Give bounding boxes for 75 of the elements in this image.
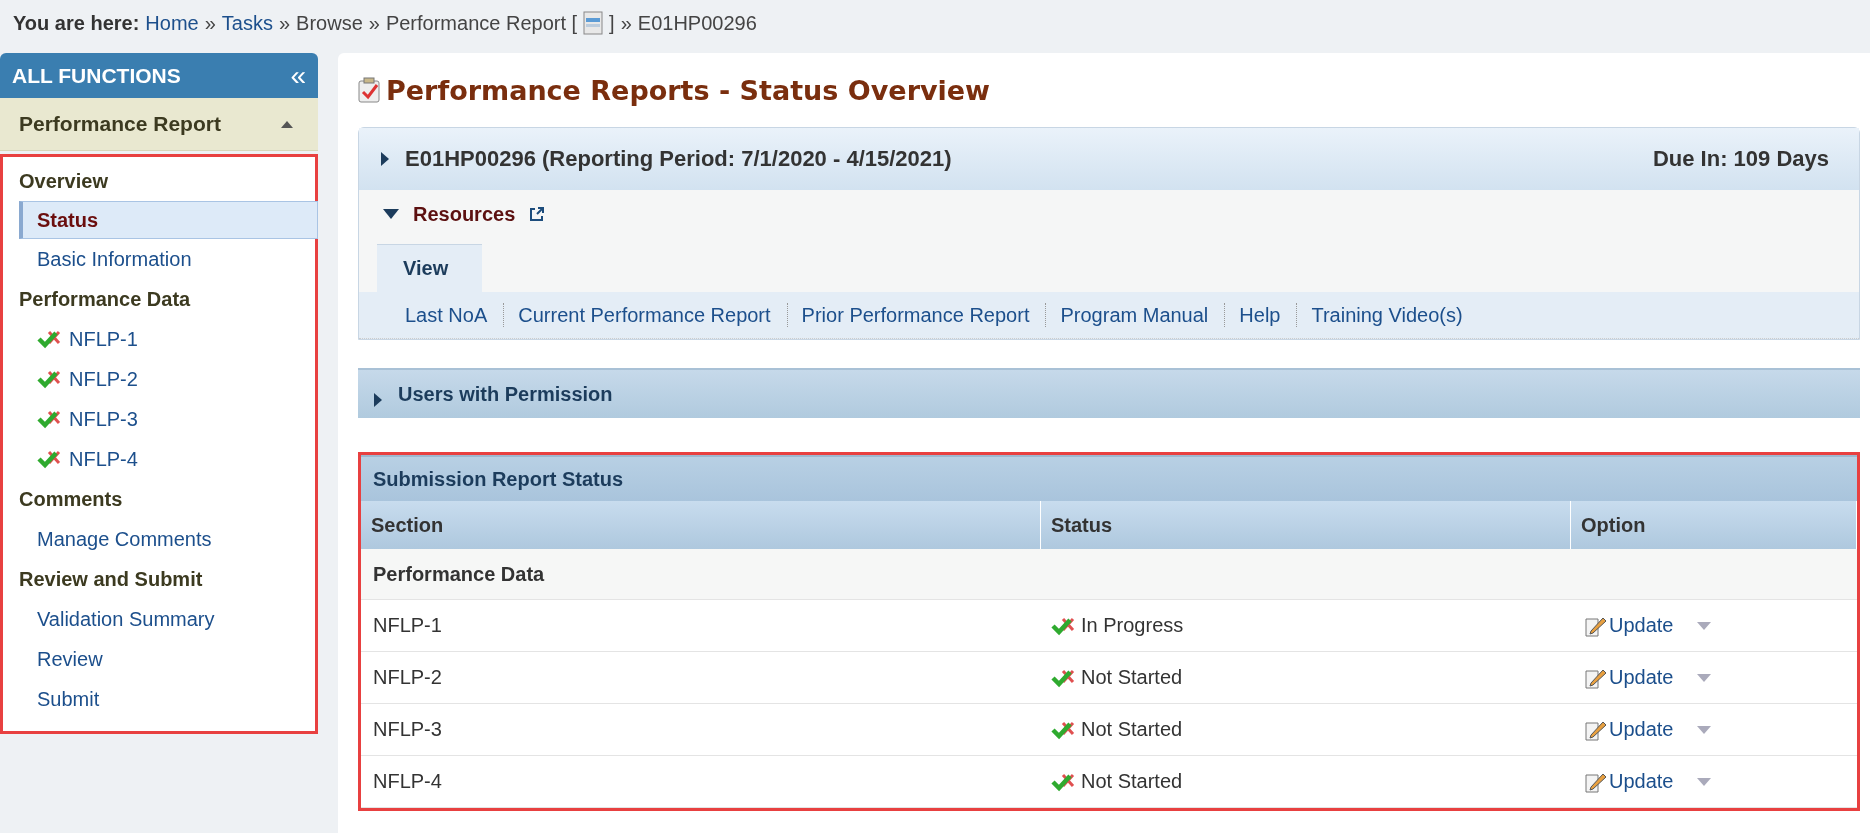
resource-link[interactable]: Prior Performance Report (801, 303, 1046, 327)
sidebar-title: ALL FUNCTIONS (12, 63, 181, 88)
nav-item[interactable]: Basic Information (19, 239, 318, 279)
update-link[interactable]: Update (1583, 769, 1674, 794)
nav-group-title: Comments (19, 486, 124, 512)
view-tab[interactable]: View (377, 244, 483, 292)
collapse-arrow-icon[interactable] (383, 208, 399, 220)
breadcrumb-link[interactable]: Home (145, 11, 199, 35)
nav-group-title: Review and Submit (19, 566, 204, 592)
collapse-button[interactable]: « (290, 61, 306, 90)
external-link-icon[interactable] (529, 206, 546, 222)
column-header: Status (1041, 501, 1571, 549)
group-row-label: Performance Data (361, 549, 1857, 600)
resource-link[interactable]: Training Video(s) (1311, 303, 1479, 327)
table-cell: NFLP-2 (361, 652, 1041, 704)
nav-item[interactable]: NFLP-2 (19, 359, 318, 399)
breadcrumb-label: You are here: (13, 11, 140, 35)
nav-item[interactable]: Manage Comments (19, 519, 318, 559)
status-cell: Not Started (1051, 770, 1183, 793)
resource-link[interactable]: Last NoA (405, 303, 504, 327)
breadcrumb-separator: » (368, 11, 380, 35)
nav-item[interactable]: NFLP-3 (19, 399, 318, 439)
update-link[interactable]: Update (1583, 717, 1674, 742)
table-title: Submission Report Status (361, 455, 1857, 501)
collapse-triangle-icon[interactable] (280, 120, 294, 128)
update-link[interactable]: Update (1583, 613, 1674, 638)
check-cross-icon (1051, 615, 1075, 636)
resource-link[interactable]: Help (1239, 303, 1297, 327)
table-cell: NFLP-3 (361, 704, 1041, 756)
resource-link[interactable]: Current Performance Report (518, 303, 787, 327)
breadcrumb-link[interactable]: Tasks (221, 11, 273, 35)
panel-title: E01HP00296 (Reporting Period: 7/1/2020 - 4/15/2021) (405, 146, 953, 172)
nav-item[interactable]: Review (19, 639, 318, 679)
column-header: Option (1571, 501, 1857, 549)
column-header: Section (361, 501, 1041, 549)
check-cross-icon (1051, 719, 1075, 740)
panel-header[interactable]: Users with Permission (358, 368, 1860, 418)
breadcrumb-text: Browse (296, 11, 363, 35)
table-cell: NFLP-4 (361, 756, 1041, 808)
breadcrumb-separator: » (278, 11, 291, 35)
nav-item[interactable]: NFLP-1 (19, 319, 318, 359)
breadcrumb-text: E01HP00296 (637, 11, 757, 35)
status-cell: In Progress (1051, 614, 1184, 637)
check-cross-icon (37, 329, 61, 349)
clipboard-check-icon (358, 77, 380, 103)
check-cross-icon (37, 409, 61, 429)
section-header[interactable]: Performance Report (0, 98, 318, 151)
expand-arrow-icon[interactable] (372, 392, 384, 408)
section-title: Performance Report (19, 112, 221, 136)
due-label: Due In: 109 Days (1652, 146, 1829, 172)
nav-item[interactable]: NFLP-4 (19, 439, 318, 479)
nav-item[interactable]: Status (19, 201, 318, 239)
check-cross-icon (1051, 771, 1075, 792)
window-icon[interactable] (583, 11, 604, 35)
check-cross-icon (37, 449, 61, 469)
panel-header[interactable]: E01HP00296 (Reporting Period: 7/1/2020 - 4/15/2021) Due In: 109 Days (359, 128, 1859, 190)
nav-item[interactable]: Submit (19, 679, 318, 719)
update-link[interactable]: Update (1583, 665, 1674, 690)
nav-item[interactable]: Validation Summary (19, 599, 318, 639)
resources-title: Resources (413, 202, 516, 226)
breadcrumb-separator: » (204, 11, 216, 35)
breadcrumb-separator: » (620, 11, 632, 35)
nav-group-title: Performance Data (19, 286, 192, 312)
breadcrumb-text: Performance Report [ (385, 11, 578, 35)
check-cross-icon (37, 369, 61, 389)
resource-link[interactable]: Program Manual (1060, 303, 1225, 327)
page-title: Performance Reports - Status Overview (386, 74, 991, 106)
expand-arrow-icon[interactable] (379, 151, 391, 167)
panel-title: Users with Permission (398, 382, 613, 406)
check-cross-icon (1051, 667, 1075, 688)
breadcrumb-text: ] (609, 11, 615, 35)
nav-group-title: Overview (19, 168, 109, 194)
table-cell: NFLP-1 (361, 600, 1041, 652)
status-cell: Not Started (1051, 666, 1183, 689)
status-cell: Not Started (1051, 718, 1183, 741)
